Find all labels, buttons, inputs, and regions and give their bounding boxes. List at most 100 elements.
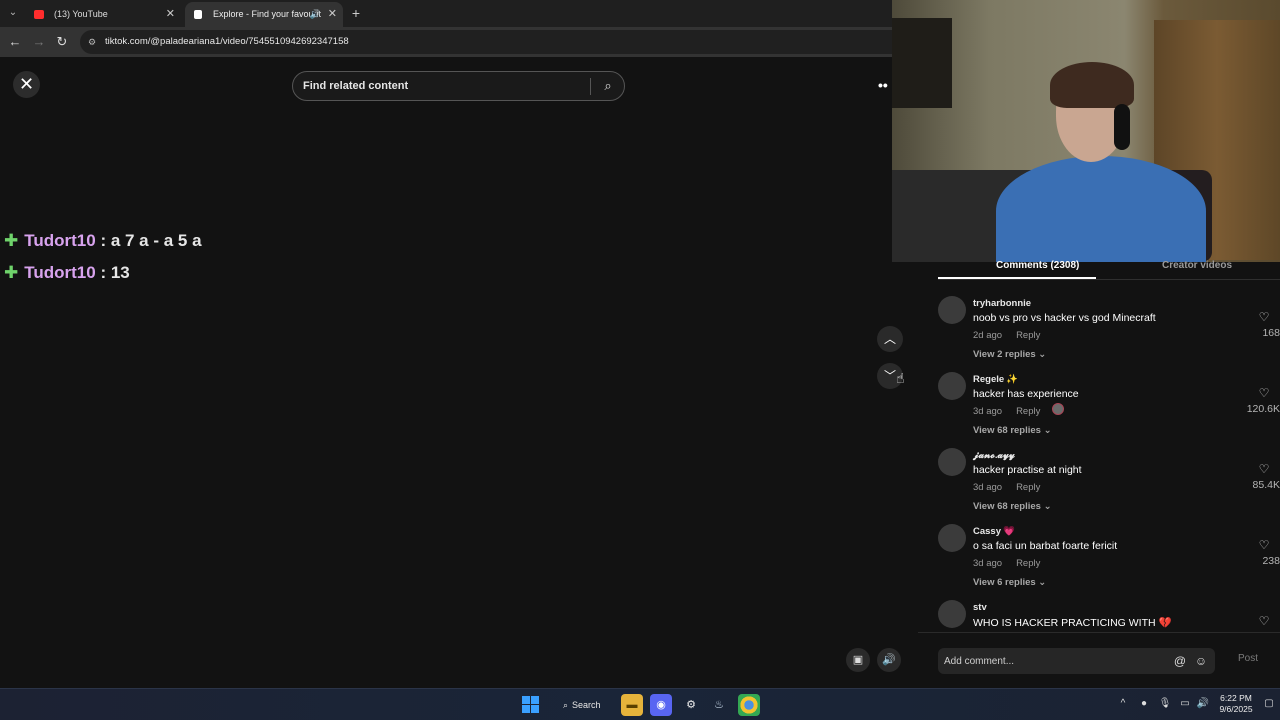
author-emoji: ✨ [1006,374,1018,385]
tab-search-chevron-icon[interactable]: ⌄ [4,4,22,22]
comments-panel: Comments (2308) Creator videos tryharbon… [918,260,1280,688]
new-tab-button[interactable]: + [347,4,365,22]
reload-icon[interactable]: ↻ [53,33,71,51]
speaker-icon[interactable]: 🔊 [1196,697,1210,711]
url-text[interactable]: tiktok.com/@paladeariana1/video/75455109… [105,30,349,54]
view-replies-button[interactable]: View 2 replies ⌄ [973,349,1046,360]
youtube-favicon-icon [34,10,44,19]
close-tab-icon[interactable]: ✕ [328,2,337,27]
heart-icon[interactable]: ♡ [1256,538,1272,552]
system-clock[interactable]: 6:22 PM 9/6/2025 [1214,693,1258,715]
reply-button[interactable]: Reply [1016,406,1040,417]
search-icon[interactable]: ⌕ [598,76,618,96]
comment-age: 3d ago [973,558,1003,569]
view-replies-button[interactable]: View 6 replies ⌄ [973,577,1046,588]
back-icon[interactable]: ← [6,33,24,51]
forward-icon[interactable]: → [30,33,48,51]
comment-text: o sa faci un barbat foarte fericit [973,540,1118,552]
reply-button[interactable]: Reply [1016,558,1040,569]
avatar[interactable] [938,448,966,476]
comment-item: tryharbonnie noob vs pro vs hacker vs go… [938,296,1280,372]
author-name: tryharbonnie [973,298,1032,309]
comment-meta: 3d ago Reply [973,558,1040,569]
comment-author[interactable]: 𝓳𝓪𝓷𝓸.𝓪𝔂𝔂 [973,450,1015,461]
comment-input[interactable] [944,648,1164,674]
view-replies-button[interactable]: View 68 replies ⌄ [973,425,1052,436]
site-info-icon[interactable]: ⚙ [88,36,100,48]
reply-button[interactable]: Reply [1016,330,1040,341]
tab-audio-icon[interactable]: 🔊 [310,2,321,27]
emoji-icon[interactable]: ☺ [1192,652,1210,670]
comment-text: hacker has experience [973,388,1079,400]
tab-tiktok-explore[interactable]: Explore - Find your favourit 🔊 ✕ [185,2,343,27]
search-icon: ⌕ [563,700,569,710]
chat-text: : 13 [95,263,130,282]
webcam-person-body [996,156,1206,262]
avatar[interactable] [938,524,966,552]
close-tab-icon[interactable]: ✕ [166,2,175,27]
close-icon[interactable]: ✕ [13,71,40,98]
avatar[interactable] [938,296,966,324]
clock-date: 9/6/2025 [1219,704,1253,714]
comment-meta: 3d ago Reply [973,406,1040,417]
like-count: 168 [1262,327,1280,339]
webcam-painting [892,18,952,108]
author-name: Regele [973,374,1005,385]
mention-icon[interactable]: @ [1171,652,1189,670]
browser-tab-bar: ⌄ (13) YouTube ✕ Explore - Find your fav… [0,0,892,27]
like-count: 238 [1262,555,1280,567]
chat-text: : a 7 a - a 5 a [95,231,202,250]
author-name: stv [973,602,987,613]
chat-message: ✚ Tudort10 : a 7 a - a 5 a [4,231,202,251]
comment-author[interactable]: tryharbonnie [973,298,1031,309]
file-explorer-icon[interactable]: ▬ [621,694,643,716]
comment-meta: 3d ago Reply [973,482,1040,493]
heart-icon[interactable]: ♡ [1256,310,1272,324]
heart-icon[interactable]: ♡ [1256,614,1272,628]
search-divider [590,78,591,95]
notification-icon[interactable]: ▢ [1262,697,1276,711]
chat-username: Tudort10 [24,263,96,282]
avatar[interactable] [938,372,966,400]
browser-toolbar: ← → ↻ ⚙ tiktok.com/@paladeariana1/video/… [0,27,892,57]
tab-creator-videos[interactable]: Creator videos [1162,260,1232,271]
search-input[interactable] [303,72,583,100]
view-replies-button[interactable]: View 68 replies ⌄ [973,501,1052,512]
comment-item: stv WHO IS HACKER PRACTICING WITH 💔 ♡ [938,600,1280,632]
address-bar[interactable]: ⚙ tiktok.com/@paladeariana1/video/754551… [80,30,892,54]
comment-item: Regele ✨ hacker has experience 3d ago Repl… [938,372,1280,448]
volume-icon[interactable]: 🔊 [877,648,901,672]
tray-app-icon[interactable]: ● [1137,697,1151,711]
microphone-icon[interactable]: 🎙 [1158,697,1172,711]
comment-author[interactable]: stv [973,602,987,613]
comment-age: 3d ago [973,406,1003,417]
reply-button[interactable]: Reply [1016,482,1040,493]
tab-title: (13) YouTube [54,9,108,19]
tab-youtube[interactable]: (13) YouTube ✕ [26,2,181,27]
comment-author[interactable]: Cassy 💗 [973,526,1015,537]
webcam-headset [1114,104,1130,150]
app-icon[interactable]: ⚙ [680,694,702,716]
discord-icon[interactable]: ◉ [650,694,672,716]
comment-item: 𝓳𝓪𝓷𝓸.𝓪𝔂𝔂 hacker practise at night 3d ago… [938,448,1280,524]
badge-icon: ✚ [4,231,19,250]
author-name: 𝓳𝓪𝓷𝓸.𝓪𝔂𝔂 [973,450,1015,461]
previous-video-button[interactable]: ︿ [877,326,903,352]
like-count: 85.4K [1252,479,1280,491]
post-button[interactable]: Post [1238,653,1258,664]
steam-icon[interactable]: ♨ [708,694,730,716]
windows-start-icon[interactable] [522,696,540,714]
comment-author[interactable]: Regele ✨ [973,374,1018,385]
network-icon[interactable]: ▭ [1178,697,1192,711]
taskbar-search[interactable]: ⌕ Search [555,694,607,716]
chrome-icon[interactable] [738,694,760,716]
picture-in-picture-icon[interactable]: ▣ [846,648,870,672]
heart-icon[interactable]: ♡ [1256,462,1272,476]
mouse-cursor-icon: ☝ [896,370,905,386]
avatar[interactable] [938,600,966,628]
tab-comments[interactable]: Comments (2308) [996,260,1079,271]
taskbar-search-label: Search [572,700,601,710]
video-player[interactable]: ✕ ⌕ •• ✚Tudort10 : a 7 a - a 5 a ✚Tudort… [0,57,918,688]
chevron-up-icon[interactable]: ^ [1116,697,1130,711]
heart-icon[interactable]: ♡ [1256,386,1272,400]
